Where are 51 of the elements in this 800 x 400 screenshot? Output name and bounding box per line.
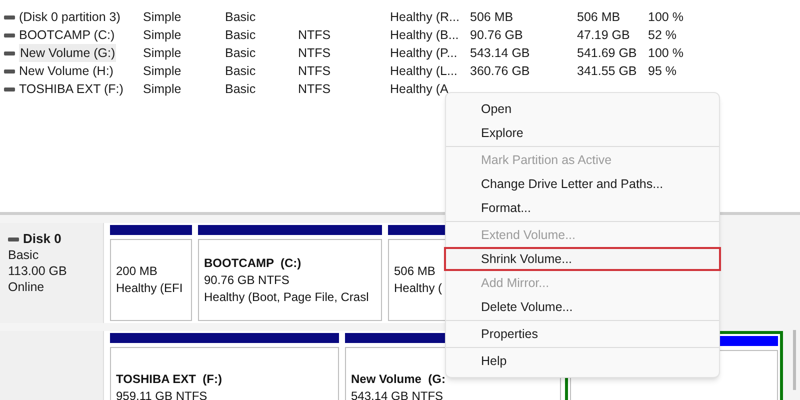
partition-info: 543.14 GB NTFS — [351, 388, 444, 400]
partition-info: 959.11 GB NTFS — [116, 388, 208, 400]
table-cell-text: Healthy (B... — [390, 26, 459, 44]
table-cell-text: Basic — [225, 26, 256, 44]
table-cell-text: Basic — [225, 62, 256, 80]
disk-info: 113.00 GB — [8, 263, 68, 279]
table-cell-text: 100 % — [648, 44, 684, 62]
table-cell: New Volume (G:) — [19, 44, 116, 62]
partition-info: 90.76 GB NTFS — [204, 272, 290, 288]
table-cell-text: NTFS — [298, 26, 331, 44]
disk-info: Online — [8, 279, 46, 295]
table-cell-text: Healthy (L... — [390, 62, 458, 80]
table-cell-text: 47.19 GB — [577, 26, 630, 44]
table-cell-text: 506 MB — [470, 8, 514, 26]
partition-title: TOSHIBA EXT (F:) — [116, 371, 223, 388]
table-cell-text: NTFS — [298, 44, 331, 62]
table-cell-text: Simple — [143, 80, 182, 98]
table-cell-text: Simple — [143, 62, 182, 80]
partition-info: Healthy (Boot, Page File, Crasl — [204, 288, 370, 306]
table-cell-text: 360.76 GB — [470, 62, 530, 80]
disk-info: Basic — [8, 247, 40, 263]
table-cell-text: Basic — [225, 8, 256, 26]
table-cell-text: New Volume (H:) — [19, 62, 114, 80]
table-cell-text: Healthy (A — [390, 80, 448, 98]
table-cell-text: Simple — [143, 44, 182, 62]
table-cell-text: 52 % — [648, 26, 676, 44]
partition-info: 200 MB — [116, 263, 158, 280]
disk-name: Disk 0 — [23, 231, 62, 247]
table-cell-text: 506 MB — [577, 8, 620, 26]
partition-info: Healthy ( — [394, 280, 444, 297]
table-cell-text: NTFS — [298, 80, 331, 98]
table-cell-text: BOOTCAMP (C:) — [19, 26, 115, 44]
table-cell-text: Healthy (P... — [390, 44, 458, 62]
table-cell-text: 90.76 GB — [470, 26, 523, 44]
partition-title: New Volume (G: — [351, 371, 446, 388]
table-cell-text: Healthy (R... — [390, 8, 460, 26]
partition-title: BOOTCAMP (C:) — [204, 254, 302, 272]
table-cell-text: (Disk 0 partition 3) — [19, 8, 120, 26]
table-cell-text: 541.69 GB — [577, 44, 637, 62]
partition-info: Healthy (EFI — [116, 280, 184, 297]
partition-info: 506 MB — [394, 263, 436, 280]
table-cell-text: TOSHIBA EXT (F:) — [19, 80, 124, 98]
table-cell-text: 341.55 GB — [577, 62, 637, 80]
table-cell-text: Basic — [225, 44, 256, 62]
table-cell-text: NTFS — [298, 62, 331, 80]
table-cell-text: 100 % — [648, 8, 684, 26]
table-cell-text: Simple — [143, 8, 182, 26]
table-cell-text: 95 % — [648, 62, 676, 80]
table-cell-text: 543.14 GB — [470, 44, 530, 62]
table-cell-text: Basic — [225, 80, 256, 98]
table-cell-text: Simple — [143, 26, 182, 44]
